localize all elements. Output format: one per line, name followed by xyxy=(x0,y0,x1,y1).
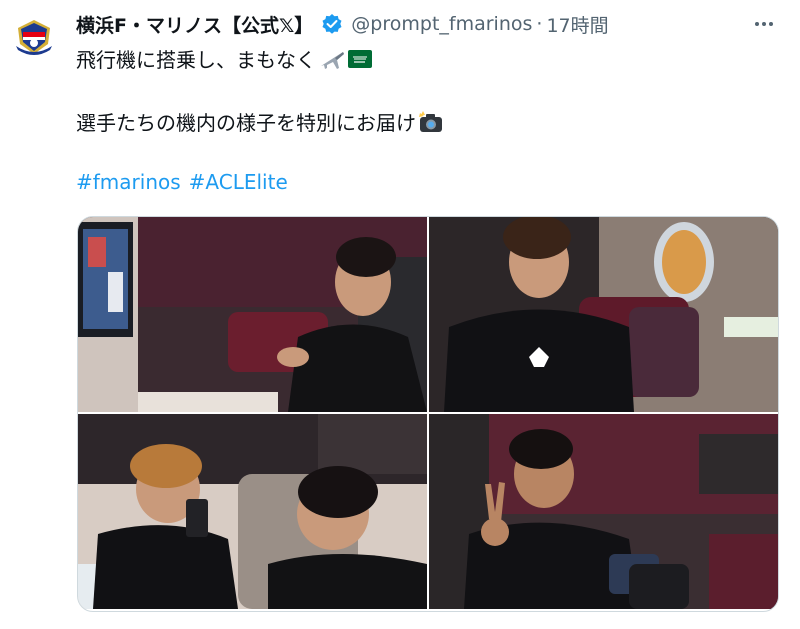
user-handle[interactable]: @prompt_fmarinos xyxy=(351,13,532,35)
hashtag-link[interactable]: #fmarinos xyxy=(76,170,181,194)
saudi-flag-emoji-icon xyxy=(348,49,372,68)
camera-flash-emoji-icon xyxy=(419,110,442,132)
display-name[interactable]: 横浜F・マリノス【公式𝕏】 xyxy=(76,11,313,38)
club-crest-icon xyxy=(8,10,60,62)
airplane-emoji-icon xyxy=(321,51,344,69)
hashtag-link[interactable]: #ACLElite xyxy=(189,170,288,194)
more-options-icon[interactable] xyxy=(750,10,778,38)
photo-player-window-seat[interactable] xyxy=(429,217,778,412)
photo-player-with-screen[interactable] xyxy=(78,217,427,412)
photo-two-players-talking[interactable] xyxy=(78,414,427,609)
photo-player-peace-sign[interactable] xyxy=(429,414,778,609)
tweet-text-line-2: 選手たちの機内の様子を特別にお届け xyxy=(76,107,444,136)
hashtags: #fmarinos #ACLElite xyxy=(76,170,296,194)
verified-badge-icon[interactable] xyxy=(321,13,343,35)
tweet-text-line-1: 飛行機に搭乗し、まもなく xyxy=(76,44,372,73)
avatar[interactable] xyxy=(8,10,60,62)
tweet-header: 横浜F・マリノス【公式𝕏】 @prompt_fmarinos · 17時間 xyxy=(76,8,792,40)
tweet-text: 選手たちの機内の様子を特別にお届け xyxy=(76,111,416,135)
separator: · xyxy=(536,13,543,35)
tweet-text: 飛行機に搭乗し、まもなく xyxy=(76,48,316,72)
timestamp[interactable]: 17時間 xyxy=(546,11,608,38)
media-grid xyxy=(77,216,779,612)
